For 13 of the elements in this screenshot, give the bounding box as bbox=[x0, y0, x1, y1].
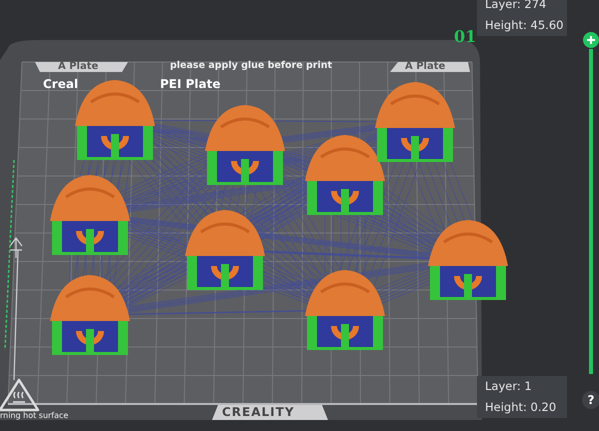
brand-logo: CREALITY bbox=[222, 405, 295, 419]
warning-text: rning hot surface bbox=[0, 411, 68, 420]
plate-notice: please apply glue before print bbox=[170, 60, 332, 71]
plate-name: PEI Plate bbox=[160, 77, 221, 91]
layer-marker: 01 bbox=[454, 27, 476, 46]
height-label: Height: 0.20 bbox=[485, 400, 558, 415]
plate-name: Creal bbox=[43, 77, 78, 91]
add-handle-icon[interactable] bbox=[583, 32, 599, 48]
hot-surface-warning-icon bbox=[0, 378, 40, 412]
help-button[interactable]: ? bbox=[582, 391, 599, 409]
layer-slider-track[interactable] bbox=[589, 49, 593, 374]
layer-label: Layer: 1 bbox=[485, 379, 533, 394]
axis-guide-icon bbox=[9, 237, 23, 381]
